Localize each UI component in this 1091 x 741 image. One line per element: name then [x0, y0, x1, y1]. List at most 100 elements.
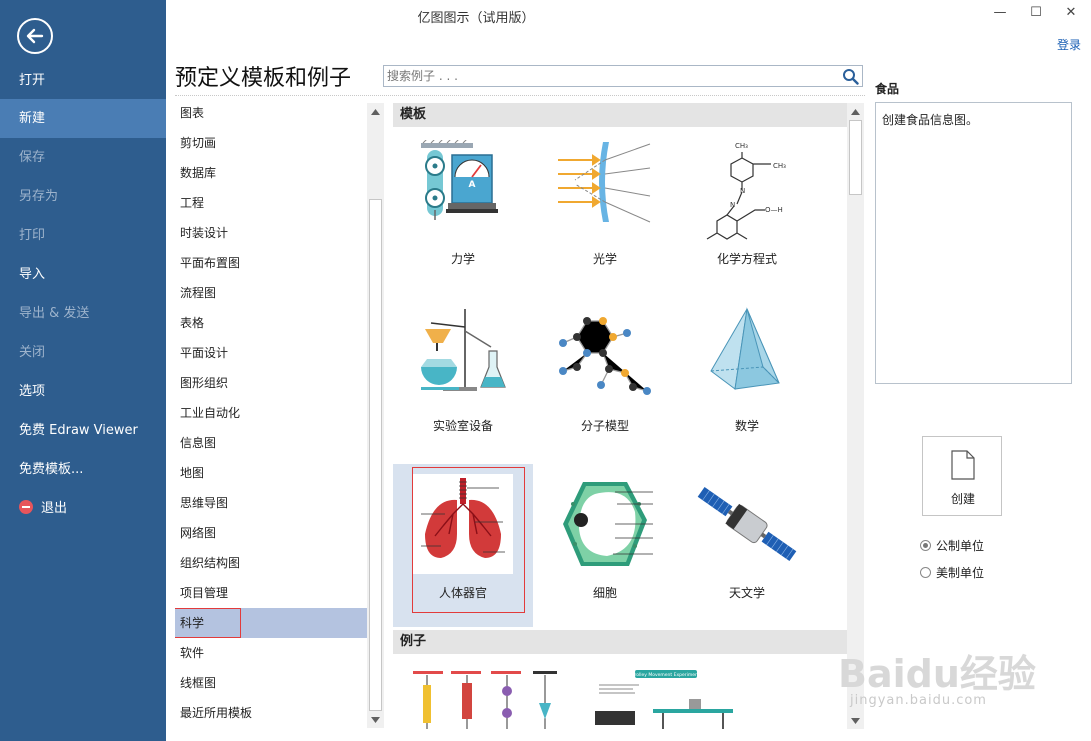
gallery-scrollbar[interactable]: [847, 103, 864, 729]
template-tile-molecular-model[interactable]: 分子模型: [535, 297, 675, 460]
category-item[interactable]: 平面设计: [175, 343, 367, 373]
sidebar-item-label: 另存为: [19, 189, 59, 204]
triangle-up-icon: [371, 108, 380, 115]
category-item[interactable]: 工程: [175, 193, 367, 223]
sidebar-item-import[interactable]: 导入: [0, 255, 166, 294]
sidebar-item-print[interactable]: 打印: [0, 216, 166, 255]
category-item[interactable]: 工业自动化: [175, 403, 367, 433]
cell-thumbnail: [563, 482, 653, 566]
radio-label: 公制单位: [936, 539, 985, 553]
close-button[interactable]: ✕: [1056, 4, 1086, 22]
scroll-up-button[interactable]: [847, 103, 864, 120]
example-thumbnail-mechanics[interactable]: [411, 669, 561, 729]
template-gallery: 模板 A 力学 光学 CH₃ CH₃ N N O—H 化学方程式 实验室设备 分…: [393, 103, 847, 729]
category-list: 图表 剪切画 数据库 工程 时装设计 平面布置图 流程图 表格 平面设计 图形组…: [175, 103, 367, 728]
scroll-thumb[interactable]: [849, 120, 862, 195]
category-item[interactable]: 最近所用模板: [175, 703, 367, 728]
sidebar-item-label: 导入: [19, 267, 46, 282]
satellite-thumbnail: [697, 486, 797, 562]
sidebar-item-label: 退出: [41, 501, 68, 516]
category-item-selected[interactable]: 科学: [175, 608, 367, 638]
example-thumbnail-trolley[interactable]: Trolley Movement Experiment: [593, 669, 743, 729]
create-button-label: 创建: [950, 492, 975, 506]
create-button[interactable]: 创建: [922, 436, 1002, 516]
category-item[interactable]: 流程图: [175, 283, 367, 313]
oh-label: O—H: [765, 206, 783, 214]
category-item[interactable]: 信息图: [175, 433, 367, 463]
template-tile-chemical-equation[interactable]: CH₃ CH₃ N N O—H 化学方程式: [677, 130, 817, 293]
radio-unselected-icon: [920, 567, 931, 578]
sidebar-item-save-as[interactable]: 另存为: [0, 177, 166, 216]
examples-section-header: 例子: [393, 630, 847, 654]
template-tile-optics[interactable]: 光学: [535, 130, 675, 293]
category-item[interactable]: 剪切画: [175, 133, 367, 163]
us-units-radio[interactable]: 美制单位: [920, 564, 984, 581]
category-item[interactable]: 图形组织: [175, 373, 367, 403]
template-tile-cell[interactable]: 细胞: [535, 464, 675, 627]
back-button[interactable]: [17, 18, 53, 54]
minimize-button[interactable]: —: [985, 4, 1015, 22]
radio-label: 美制单位: [936, 566, 985, 580]
search-box: [383, 65, 863, 87]
maximize-button[interactable]: ☐: [1021, 4, 1051, 22]
template-tile-astronomy[interactable]: 天文学: [677, 464, 817, 627]
category-item[interactable]: 表格: [175, 313, 367, 343]
description-box: 创建食品信息图。: [875, 102, 1072, 384]
scroll-down-button[interactable]: [367, 711, 384, 728]
arrow-left-icon: [26, 28, 44, 44]
sidebar-item-options[interactable]: 选项: [0, 372, 166, 411]
template-label: 分子模型: [580, 419, 629, 433]
radio-selected-icon: [920, 540, 931, 551]
sidebar-item-label: 免费模板...: [19, 462, 84, 477]
template-tile-human-organs[interactable]: 人体器官: [393, 464, 533, 627]
sidebar-item-free-templates[interactable]: 免费模板...: [0, 450, 166, 489]
human-lungs-thumbnail: [413, 474, 513, 574]
sidebar-item-new[interactable]: 新建: [0, 99, 166, 138]
scroll-down-button[interactable]: [847, 712, 864, 729]
backstage-sidebar: 打开 新建 保存 另存为 打印 导入 导出 & 发送 关闭 选项 免费 Edra…: [0, 0, 166, 741]
category-item[interactable]: 软件: [175, 643, 367, 673]
scroll-thumb[interactable]: [369, 199, 382, 711]
meter-a-label: A: [469, 180, 476, 190]
title-divider: [175, 95, 865, 96]
sidebar-item-label: 打印: [19, 228, 46, 243]
category-item[interactable]: 线框图: [175, 673, 367, 703]
watermark-text: Baidu经验: [838, 652, 1036, 696]
search-icon[interactable]: [842, 68, 859, 85]
template-tile-lab-equipment[interactable]: 实验室设备: [393, 297, 533, 460]
template-label: 数学: [734, 419, 759, 433]
sidebar-item-export-send[interactable]: 导出 & 发送: [0, 294, 166, 333]
ch3-label-top: CH₃: [735, 142, 748, 150]
sidebar-item-save[interactable]: 保存: [0, 138, 166, 177]
category-item[interactable]: 平面布置图: [175, 253, 367, 283]
sidebar-item-open[interactable]: 打开: [0, 61, 166, 100]
scroll-up-button[interactable]: [367, 103, 384, 120]
template-label: 力学: [450, 252, 475, 266]
triangle-up-icon: [851, 108, 860, 115]
search-input[interactable]: [384, 66, 824, 86]
window-title: 亿图图示（试用版）: [417, 11, 535, 26]
category-item[interactable]: 组织结构图: [175, 553, 367, 583]
template-label: 光学: [592, 252, 617, 266]
category-item[interactable]: 思维导图: [175, 493, 367, 523]
category-item[interactable]: 地图: [175, 463, 367, 493]
description-title: 食品: [875, 82, 900, 96]
login-link[interactable]: 登录: [1057, 36, 1081, 53]
metric-units-radio[interactable]: 公制单位: [920, 537, 984, 554]
template-tile-math[interactable]: 数学: [677, 297, 817, 460]
sidebar-item-free-viewer[interactable]: 免费 Edraw Viewer: [0, 411, 166, 450]
edraw-app-window: 打开 新建 保存 另存为 打印 导入 导出 & 发送 关闭 选项 免费 Edra…: [0, 0, 1091, 741]
category-item[interactable]: 图表: [175, 103, 367, 133]
chemical-equation-thumbnail: CH₃ CH₃ N N O—H: [706, 142, 786, 240]
watermark-url: jingyan.baidu.com: [850, 693, 987, 708]
sidebar-item-close[interactable]: 关闭: [0, 333, 166, 372]
sidebar-item-exit[interactable]: 退出: [0, 489, 166, 528]
category-item[interactable]: 数据库: [175, 163, 367, 193]
category-scrollbar[interactable]: [367, 103, 384, 728]
template-tile-mechanics[interactable]: A 力学: [393, 130, 533, 293]
triangle-down-icon: [371, 716, 380, 723]
n-label-2: N: [730, 201, 735, 209]
category-item[interactable]: 网络图: [175, 523, 367, 553]
description-text: 创建食品信息图。: [882, 113, 979, 127]
category-item[interactable]: 时装设计: [175, 223, 367, 253]
